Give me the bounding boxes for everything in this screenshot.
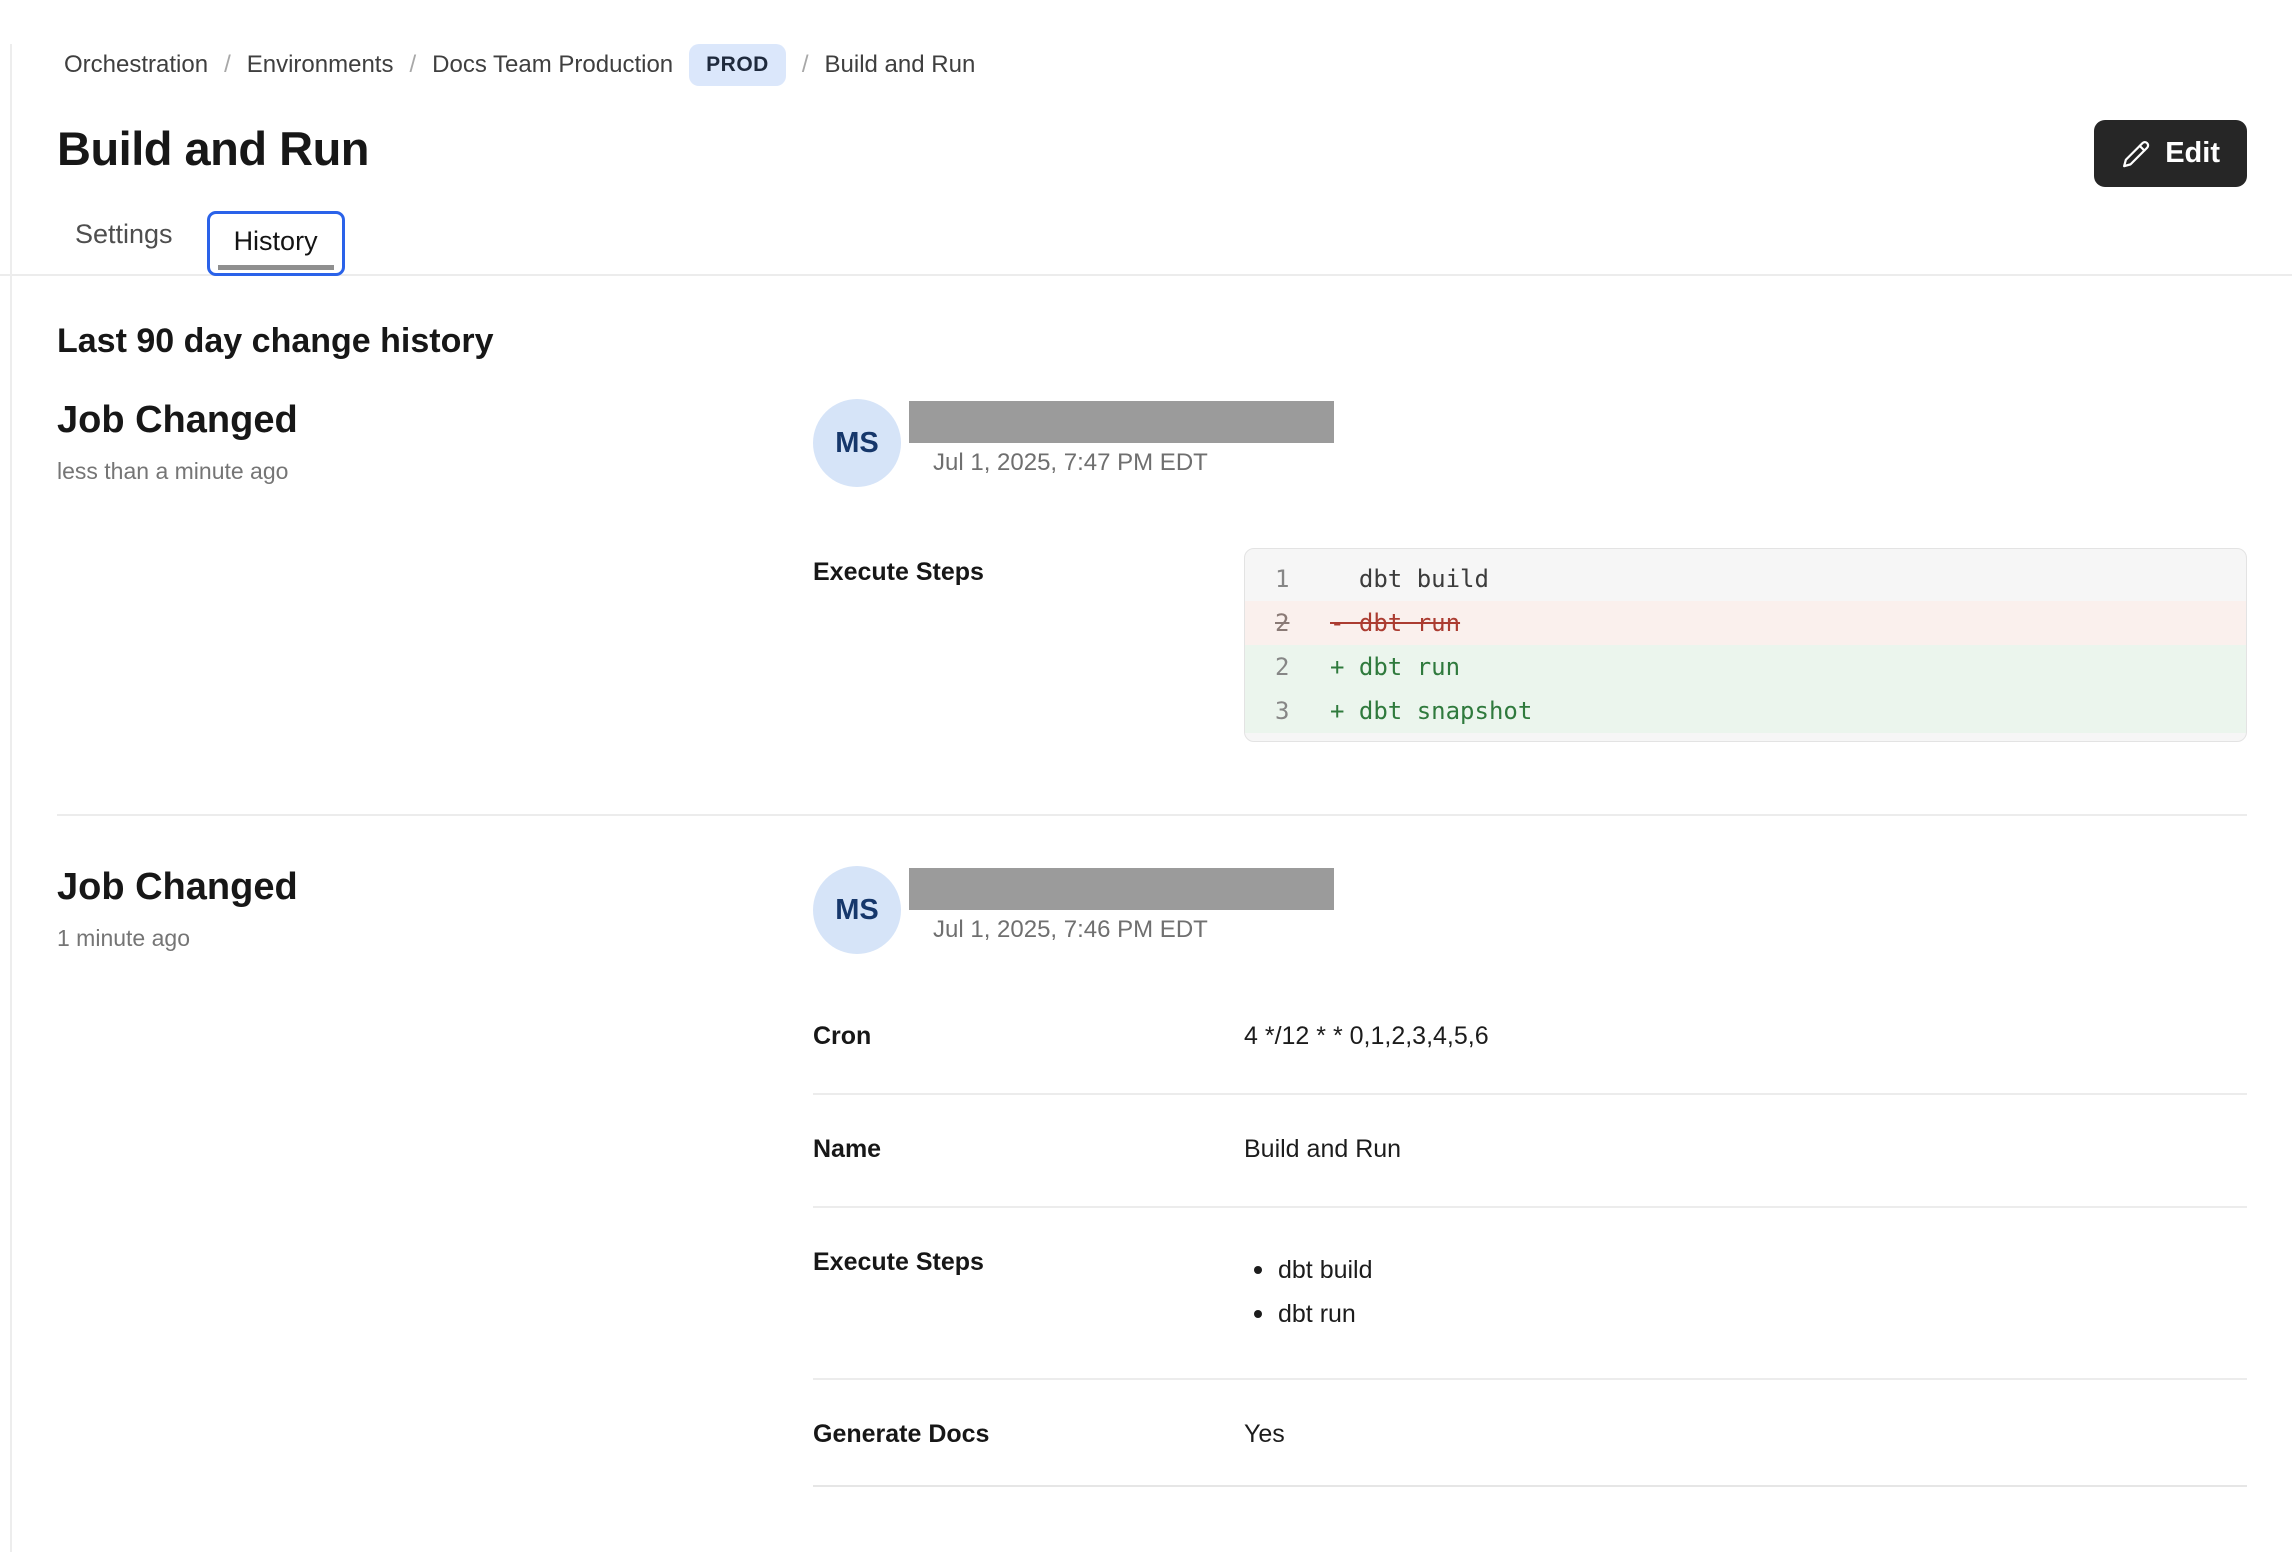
field-label: Name [813,1135,1244,1164]
page-header: Build and Run Edit [57,120,2247,187]
breadcrumb-environments[interactable]: Environments [247,51,394,79]
entry-divider [57,814,2247,816]
tab-settings[interactable]: Settings [75,205,173,274]
execute-steps-diff-block: 1 dbt build 2 - dbt run 2 + dbt run 3 + … [1244,548,2247,742]
entry-timestamp: Jul 1, 2025, 7:47 PM EDT [933,449,1334,477]
byline-meta: Jul 1, 2025, 7:47 PM EDT [909,399,1334,477]
tab-history[interactable]: History [207,211,345,276]
list-item-text: dbt run [1278,1292,1356,1336]
diff-line-code: dbt build [1330,557,1489,601]
environment-prod-badge: PROD [689,44,786,86]
breadcrumb-environment-name[interactable]: Docs Team Production [432,51,673,79]
edit-button[interactable]: Edit [2094,120,2247,187]
list-item: dbt build [1244,1248,2247,1292]
diff-line-code: - dbt run [1330,601,1460,645]
field-row-execute-steps: Execute Steps dbt build dbt run [813,1206,2247,1378]
field-label: Execute Steps [813,1248,1244,1336]
field-value: 4 */12 * * 0,1,2,3,4,5,6 [1244,1022,2247,1051]
diff-line-added: 3 + dbt snapshot [1245,689,2246,733]
list-item: dbt run [1244,1292,2247,1336]
field-row-cron: Cron 4 */12 * * 0,1,2,3,4,5,6 [813,982,2247,1093]
diff-line-number: 2 [1275,601,1330,645]
page-title: Build and Run [57,120,369,178]
field-value: Yes [1244,1420,2247,1449]
breadcrumb-separator: / [224,51,231,79]
tab-bar: Settings History [0,205,2292,276]
change-history-heading: Last 90 day change history [57,322,2247,361]
avatar: MS [813,866,901,954]
avatar: MS [813,399,901,487]
field-row-name: Name Build and Run [813,1093,2247,1206]
field-label: Generate Docs [813,1420,1244,1449]
diff-line-number: 1 [1275,557,1330,601]
diff-line-code: + dbt run [1330,645,1460,689]
event-title: Job Changed [57,866,813,909]
event-relative-time: 1 minute ago [57,925,813,952]
bullet-marker [1254,1266,1262,1274]
byline-meta: Jul 1, 2025, 7:46 PM EDT [909,866,1334,944]
diff-line-code: + dbt snapshot [1330,689,1532,733]
changed-fields-table: Cron 4 */12 * * 0,1,2,3,4,5,6 Name Build… [813,982,2247,1487]
diff-line-removed: 2 - dbt run [1245,601,2246,645]
entry-summary: Job Changed 1 minute ago [57,866,813,1487]
change-field-label: Execute Steps [813,548,1244,742]
diff-line-added: 2 + dbt run [1245,645,2246,689]
change-row: Execute Steps 1 dbt build 2 - dbt run 2 … [813,548,2247,742]
breadcrumb-orchestration[interactable]: Orchestration [64,51,208,79]
field-row-generate-docs: Generate Docs Yes [813,1378,2247,1487]
execute-steps-list: dbt build dbt run [1244,1248,2247,1336]
entry-timestamp: Jul 1, 2025, 7:46 PM EDT [933,916,1334,944]
pencil-icon [2121,139,2151,169]
entry-detail: MS Jul 1, 2025, 7:47 PM EDT Execute Step… [813,399,2247,742]
entry-summary: Job Changed less than a minute ago [57,399,813,742]
breadcrumb-separator: / [802,51,809,79]
breadcrumb-separator: / [409,51,416,79]
field-value: Build and Run [1244,1135,2247,1164]
bullet-marker [1254,1310,1262,1318]
history-entry: Job Changed 1 minute ago MS Jul 1, 2025,… [57,866,2247,1487]
redacted-username-bar [909,401,1334,443]
entry-detail: MS Jul 1, 2025, 7:46 PM EDT Cron 4 */12 … [813,866,2247,1487]
history-entry: Job Changed less than a minute ago MS Ju… [57,399,2247,742]
event-title: Job Changed [57,399,813,442]
diff-line-number: 2 [1275,645,1330,689]
entry-byline: MS Jul 1, 2025, 7:46 PM EDT [813,866,2247,954]
diff-line-context: 1 dbt build [1245,557,2246,601]
entry-byline: MS Jul 1, 2025, 7:47 PM EDT [813,399,2247,487]
breadcrumb-current-page: Build and Run [825,51,976,79]
breadcrumb: Orchestration / Environments / Docs Team… [64,44,2247,86]
diff-line-number: 3 [1275,689,1330,733]
list-item-text: dbt build [1278,1248,1373,1292]
field-label: Cron [813,1022,1244,1051]
edit-button-label: Edit [2165,137,2220,170]
redacted-username-bar [909,868,1334,910]
panel-left-border [10,44,12,1552]
event-relative-time: less than a minute ago [57,458,813,485]
